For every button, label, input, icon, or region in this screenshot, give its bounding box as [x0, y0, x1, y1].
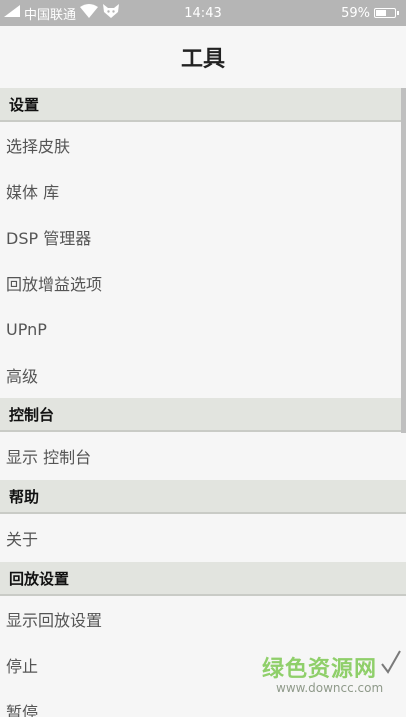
section-header-settings: 设置: [0, 88, 406, 122]
menu-item-advanced[interactable]: 高级: [0, 352, 406, 398]
battery-percent: 59%: [341, 5, 370, 21]
battery-fill: [376, 10, 386, 16]
checkmark-icon: [380, 649, 402, 679]
section-header-console: 控制台: [0, 398, 406, 432]
menu-item-media-library[interactable]: 媒体 库: [0, 168, 406, 214]
menu-item-upnp[interactable]: UPnP: [0, 306, 406, 352]
scrollbar[interactable]: [401, 88, 406, 433]
battery-icon: [374, 8, 399, 18]
tools-list[interactable]: 设置 选择皮肤 媒体 库 DSP 管理器 回放增益选项 UPnP 高级 控制台 …: [0, 88, 406, 717]
page-title: 工具: [0, 26, 406, 88]
watermark: 绿色资源网 www.downcc.com: [262, 649, 402, 711]
status-right: 59%: [341, 0, 399, 26]
watermark-text: 绿色资源网: [262, 657, 378, 682]
section-header-playback-settings: 回放设置: [0, 562, 406, 596]
menu-item-about[interactable]: 关于: [0, 514, 406, 562]
menu-item-show-console[interactable]: 显示 控制台: [0, 432, 406, 480]
menu-item-dsp-manager[interactable]: DSP 管理器: [0, 214, 406, 260]
status-bar: 中国联通 14:43 59%: [0, 0, 406, 26]
watermark-url: www.downcc.com: [276, 681, 384, 695]
section-header-help: 帮助: [0, 480, 406, 514]
menu-item-choose-skin[interactable]: 选择皮肤: [0, 122, 406, 168]
menu-item-show-playback-settings[interactable]: 显示回放设置: [0, 596, 406, 642]
menu-item-replay-gain[interactable]: 回放增益选项: [0, 260, 406, 306]
